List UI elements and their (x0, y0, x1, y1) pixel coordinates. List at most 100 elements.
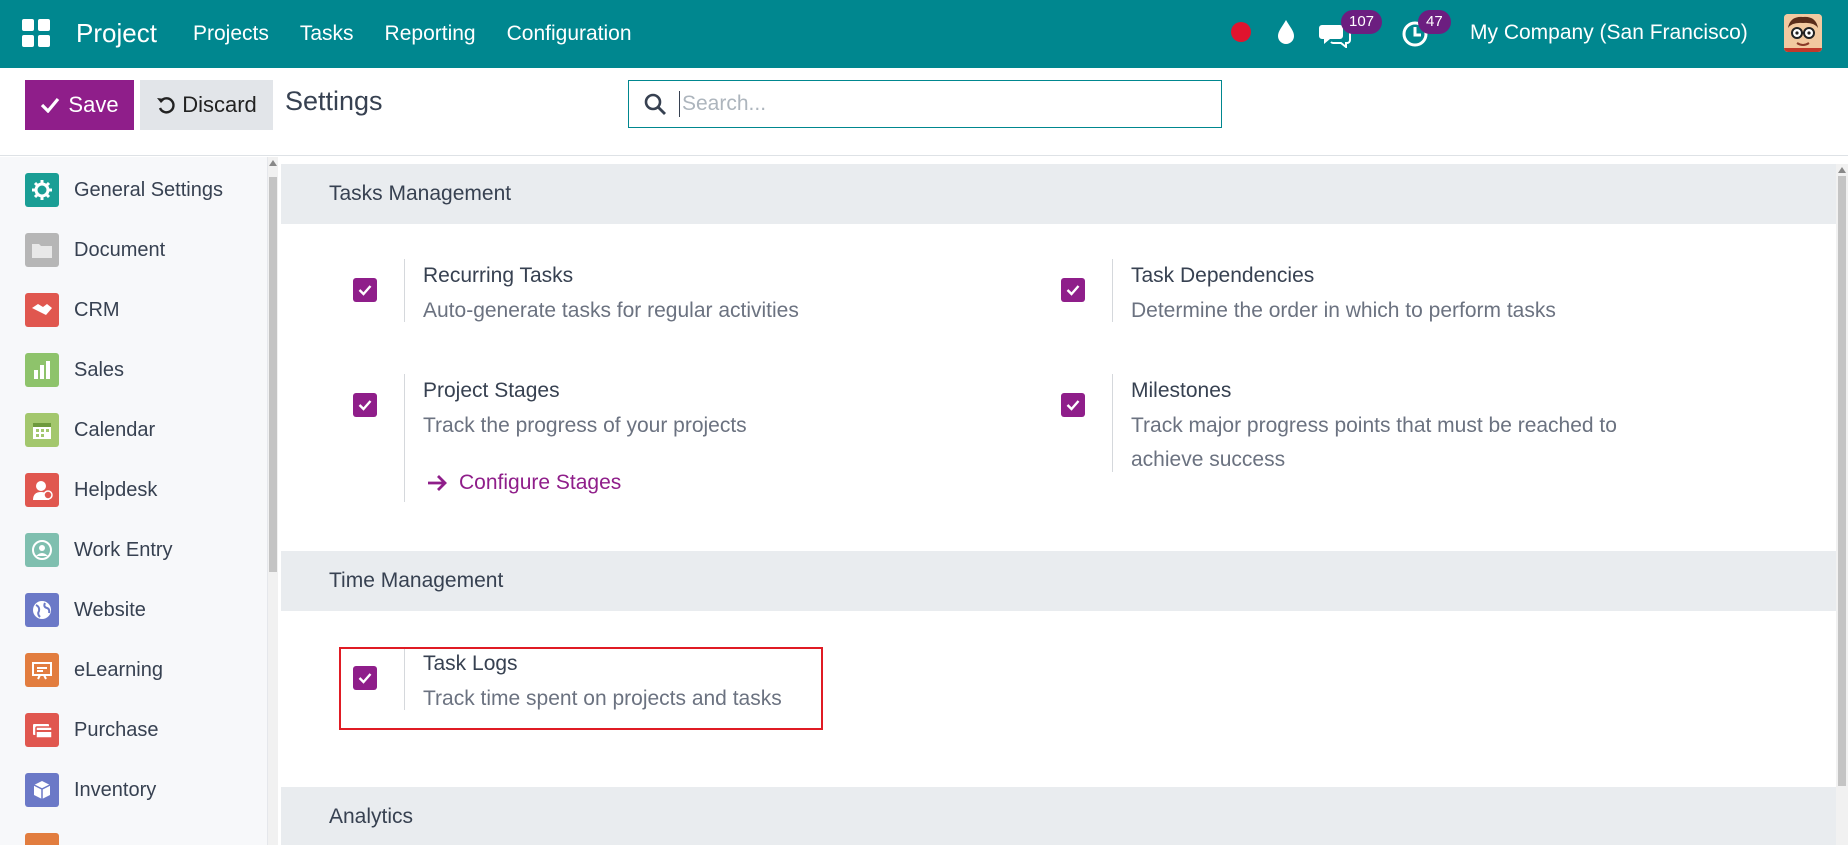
milestones-desc: Track major progress points that must be… (1131, 414, 1617, 471)
sidebar-label: CRM (74, 299, 120, 321)
scroll-up-arrow-icon[interactable] (269, 160, 277, 166)
configure-stages-label: Configure Stages (459, 471, 622, 494)
task-logs-title: Task Logs (423, 652, 518, 675)
project-stages-checkbox[interactable] (353, 393, 377, 417)
content-scrollbar-thumb[interactable] (1838, 176, 1846, 786)
sidebar-item-general-settings[interactable]: General Settings (0, 161, 267, 221)
control-panel: Save Discard Settings (0, 68, 1848, 156)
sidebar-label: Document (74, 239, 166, 261)
check-icon (1066, 285, 1080, 296)
sidebar-label: Website (74, 599, 146, 621)
setting-divider (1112, 374, 1113, 472)
sidebar-label: Sales (74, 359, 125, 381)
drop-icon[interactable] (1275, 18, 1297, 46)
recording-icon[interactable] (1231, 22, 1251, 42)
task-logs-desc: Track time spent on projects and tasks (423, 687, 782, 710)
calendar-icon (25, 413, 59, 447)
sidebar-label: General Settings (74, 179, 223, 201)
discard-button-label: Discard (182, 92, 257, 117)
sidebar-label: Calendar (74, 419, 156, 441)
scroll-up-arrow-icon[interactable] (1838, 167, 1846, 173)
partial-icon (25, 833, 59, 845)
menu-tasks[interactable]: Tasks (300, 22, 354, 46)
sidebar-item-helpdesk[interactable]: Helpdesk (0, 461, 267, 521)
menu-reporting[interactable]: Reporting (385, 22, 476, 46)
search-input[interactable] (682, 92, 1202, 116)
setting-divider (404, 259, 405, 322)
sidebar-item-elearning[interactable]: eLearning (0, 641, 267, 701)
text-caret (679, 91, 680, 117)
elearning-icon (25, 653, 59, 687)
section-title: Time Management (329, 569, 504, 592)
task-dependencies-title: Task Dependencies (1131, 264, 1315, 287)
undo-icon (157, 97, 175, 114)
sidebar-scrollbar[interactable] (268, 157, 278, 845)
setting-divider (1112, 259, 1113, 322)
app-brand[interactable]: Project (76, 0, 157, 66)
helpdesk-icon (25, 473, 59, 507)
configure-stages-link[interactable]: Configure Stages (427, 471, 621, 495)
activity-count-badge: 47 (1418, 10, 1451, 34)
apps-menu-icon[interactable] (22, 19, 50, 47)
sidebar-item-work-entry[interactable]: Work Entry (0, 521, 267, 581)
project-stages-title: Project Stages (423, 379, 560, 402)
sidebar-item-sales[interactable]: Sales (0, 341, 267, 401)
task-dependencies-desc: Determine the order in which to perform … (1131, 299, 1556, 322)
handshake-icon (25, 293, 59, 327)
chart-icon (25, 353, 59, 387)
sidebar-item-purchase[interactable]: Purchase (0, 701, 267, 761)
message-count-badge: 107 (1341, 10, 1383, 34)
project-stages-desc: Track the progress of your projects (423, 414, 747, 437)
globe-icon (25, 593, 59, 627)
arrow-right-icon (428, 475, 447, 491)
recurring-tasks-checkbox[interactable] (353, 278, 377, 302)
setting-divider (404, 374, 405, 502)
sidebar-item-website[interactable]: Website (0, 581, 267, 641)
task-logs-checkbox[interactable] (353, 666, 377, 690)
settings-sidebar: General Settings Document CRM Sales Cale… (0, 157, 268, 845)
section-header-tasks-management: Tasks Management (281, 164, 1836, 224)
sidebar-item-document[interactable]: Document (0, 221, 267, 281)
menu-projects[interactable]: Projects (193, 22, 269, 46)
sidebar-label: eLearning (74, 659, 163, 681)
company-switcher[interactable]: My Company (San Francisco) (1470, 0, 1748, 66)
save-button-label: Save (68, 92, 119, 117)
check-icon (358, 285, 372, 296)
discard-button[interactable]: Discard (140, 80, 273, 130)
page-title: Settings (285, 86, 383, 116)
save-button[interactable]: Save (25, 80, 134, 130)
gear-icon (25, 173, 59, 207)
sidebar-item-calendar[interactable]: Calendar (0, 401, 267, 461)
milestones-checkbox[interactable] (1061, 393, 1085, 417)
check-icon (1066, 400, 1080, 411)
menu-configuration[interactable]: Configuration (507, 22, 632, 46)
sidebar-label: Work Entry (74, 539, 173, 561)
recurring-tasks-desc: Auto-generate tasks for regular activiti… (423, 299, 799, 322)
sidebar-item-inventory[interactable]: Inventory (0, 761, 267, 821)
folder-icon (25, 233, 59, 267)
check-icon (358, 400, 372, 411)
settings-content: Tasks Management Recurring Tasks Auto-ge… (281, 164, 1836, 845)
sidebar-item-crm[interactable]: CRM (0, 281, 267, 341)
sidebar-item-partial[interactable] (0, 821, 267, 845)
check-icon (41, 97, 60, 113)
main-menu: Projects Tasks Reporting Configuration (193, 0, 663, 68)
section-header-time-management: Time Management (281, 551, 1836, 611)
work-entry-icon (25, 533, 59, 567)
sidebar-label: Helpdesk (74, 479, 158, 501)
user-avatar[interactable] (1784, 14, 1822, 52)
content-scrollbar[interactable] (1836, 164, 1848, 845)
section-header-analytics: Analytics (281, 787, 1836, 845)
section-title: Tasks Management (329, 182, 512, 205)
card-icon (25, 713, 59, 747)
recurring-tasks-title: Recurring Tasks (423, 264, 574, 287)
search-box[interactable] (628, 80, 1222, 128)
task-dependencies-checkbox[interactable] (1061, 278, 1085, 302)
sidebar-scrollbar-thumb[interactable] (269, 177, 277, 572)
search-icon (644, 93, 666, 115)
sidebar-label: Inventory (74, 779, 157, 801)
milestones-title: Milestones (1131, 379, 1232, 402)
setting-divider (404, 647, 405, 710)
box-icon (25, 773, 59, 807)
sidebar-label: Purchase (74, 719, 159, 741)
